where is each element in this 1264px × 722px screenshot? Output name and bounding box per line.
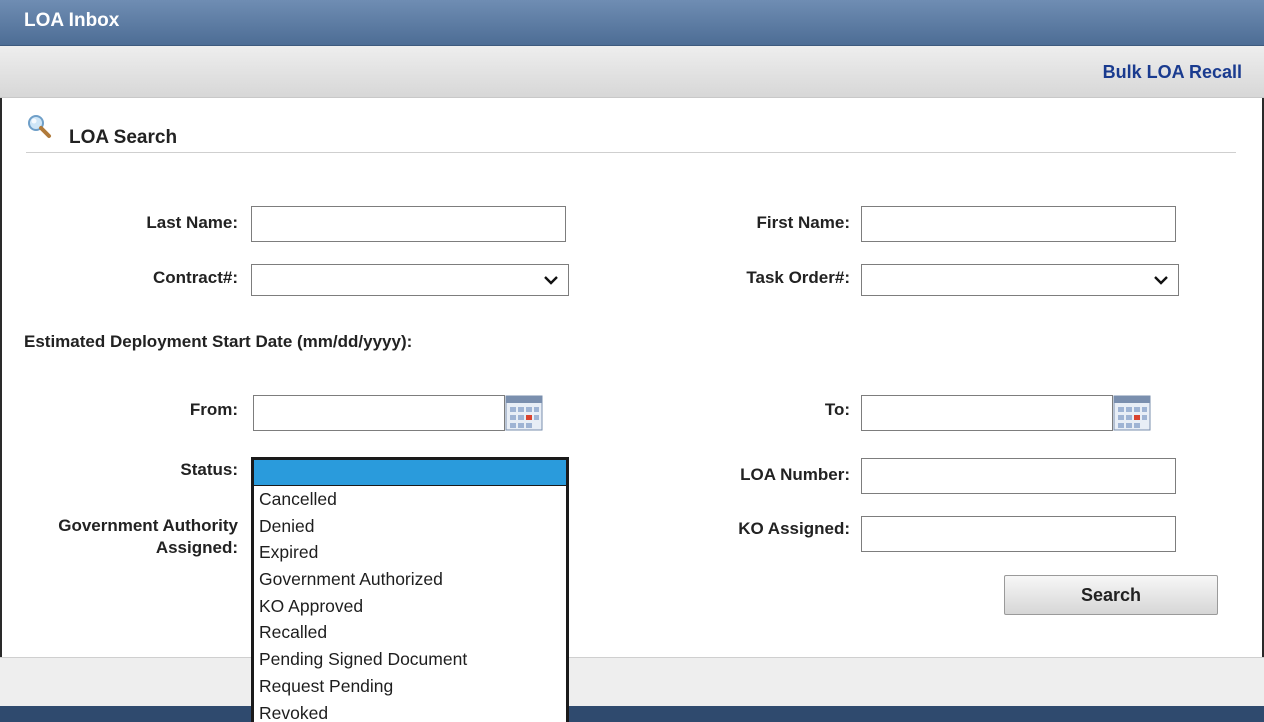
contract-select[interactable]: [251, 264, 569, 296]
status-option-revoked[interactable]: Revoked: [254, 700, 566, 722]
government-authority-label-line2: Assigned:: [155, 538, 238, 557]
ko-assigned-input[interactable]: [861, 516, 1176, 552]
status-option-request-pending[interactable]: Request Pending: [254, 673, 566, 700]
contract-label: Contract#:: [152, 268, 238, 287]
status-option-expired[interactable]: Expired: [254, 539, 566, 566]
chevron-down-icon: [544, 276, 558, 285]
bulk-loa-recall-link[interactable]: Bulk LOA Recall: [1103, 62, 1242, 83]
to-date-input[interactable]: [861, 395, 1113, 431]
footer: [0, 658, 1264, 706]
last-name-label: Last Name:: [146, 213, 238, 232]
title-bar: LOA Inbox: [0, 0, 1264, 46]
status-option-recalled[interactable]: Recalled: [254, 619, 566, 646]
status-option-cancelled[interactable]: Cancelled: [254, 486, 566, 513]
status-option-government-authorized[interactable]: Government Authorized: [254, 566, 566, 593]
search-button[interactable]: Search: [1004, 575, 1218, 615]
status-selected-option[interactable]: [254, 460, 566, 486]
to-label: To:: [824, 400, 850, 419]
status-option-pending-signed-document[interactable]: Pending Signed Document: [254, 646, 566, 673]
magnifier-icon: [28, 115, 51, 138]
task-order-select[interactable]: [861, 264, 1179, 296]
calendar-icon[interactable]: [1113, 395, 1151, 431]
window-title: LOA Inbox: [24, 10, 120, 31]
task-order-label: Task Order#:: [746, 268, 850, 287]
first-name-label: First Name:: [756, 213, 850, 232]
loa-number-label: LOA Number:: [740, 465, 850, 484]
chevron-down-icon: [1154, 276, 1168, 285]
first-name-input[interactable]: [861, 206, 1176, 242]
ko-assigned-label: KO Assigned:: [738, 519, 850, 538]
toolbar: Bulk LOA Recall: [0, 46, 1264, 98]
bottom-bar: [0, 706, 1264, 722]
status-label: Status:: [180, 460, 238, 479]
from-date-input[interactable]: [253, 395, 505, 431]
status-option-denied[interactable]: Denied: [254, 513, 566, 540]
government-authority-label-line1: Government Authority: [58, 516, 238, 535]
status-option-ko-approved[interactable]: KO Approved: [254, 593, 566, 620]
calendar-icon[interactable]: [505, 395, 543, 431]
last-name-input[interactable]: [251, 206, 566, 242]
loa-number-input[interactable]: [861, 458, 1176, 494]
loa-search-title: LOA Search: [69, 127, 178, 148]
government-authority-label: Government Authority Assigned:: [20, 515, 238, 559]
deployment-date-label: Estimated Deployment Start Date (mm/dd/y…: [24, 332, 413, 351]
loa-search-header: LOA Search: [26, 113, 1236, 153]
status-dropdown-list[interactable]: Cancelled Denied Expired Government Auth…: [251, 457, 569, 722]
from-label: From:: [189, 400, 238, 419]
